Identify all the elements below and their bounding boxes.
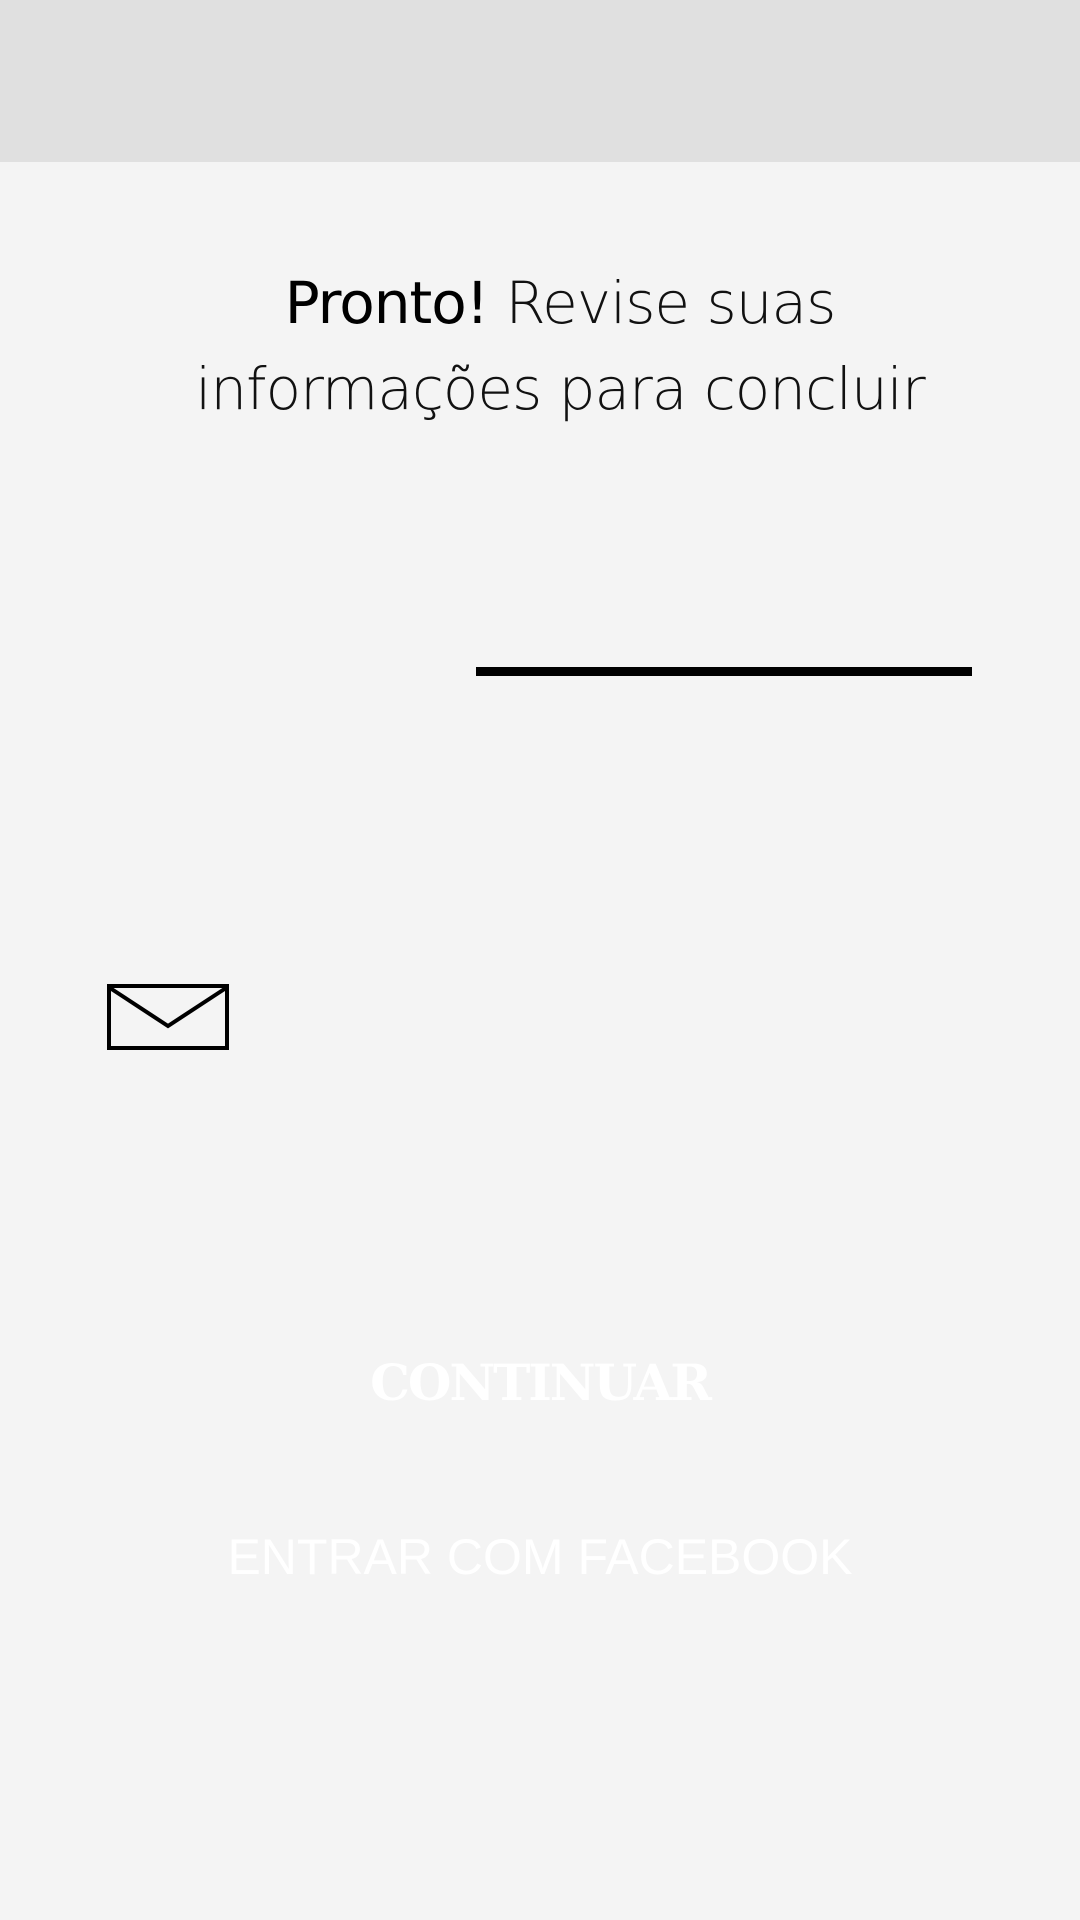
page-title-line-2: informações para concluir bbox=[195, 355, 925, 423]
facebook-login-label: ENTRAR COM FACEBOOK bbox=[227, 1529, 853, 1585]
review-screen: Pronto! Revise suas informações para con… bbox=[0, 162, 1080, 1920]
page-title-strong: Pronto! bbox=[284, 269, 489, 337]
input-underline bbox=[476, 667, 972, 676]
status-bar bbox=[0, 0, 1080, 162]
continue-button-label: CONTINUAR bbox=[370, 1353, 712, 1412]
page-title: Pronto! Revise suas informações para con… bbox=[120, 260, 1000, 432]
envelope-icon bbox=[107, 984, 229, 1050]
continue-button[interactable]: CONTINUAR bbox=[370, 1334, 712, 1432]
page-title-light-1: Revise suas bbox=[505, 269, 836, 337]
facebook-login-button[interactable]: ENTRAR COM FACEBOOK bbox=[150, 1502, 930, 1612]
page-title-line-1: Pronto! Revise suas bbox=[120, 260, 1000, 346]
